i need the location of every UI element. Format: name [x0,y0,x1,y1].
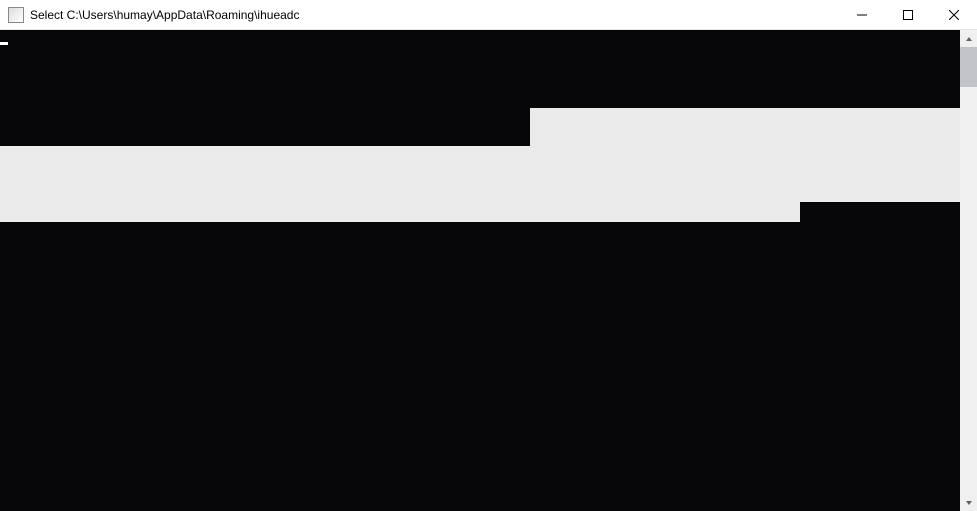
chevron-up-icon [965,35,973,43]
app-icon [8,7,24,23]
maximize-icon [903,10,913,20]
scroll-thumb[interactable] [960,47,977,87]
minimize-button[interactable] [839,0,885,29]
scroll-track[interactable] [960,47,977,494]
window-controls [839,0,977,29]
scroll-up-button[interactable] [960,30,977,47]
vertical-scrollbar[interactable] [960,30,977,511]
client-area [0,30,977,511]
close-button[interactable] [931,0,977,29]
minimize-icon [857,10,867,20]
console-output[interactable] [0,30,960,511]
text-selection [530,108,960,150]
close-icon [949,10,959,20]
text-selection [0,146,960,202]
window-titlebar: Select C:\Users\humay\AppData\Roaming\ih… [0,0,977,30]
maximize-button[interactable] [885,0,931,29]
chevron-down-icon [965,499,973,507]
text-cursor [0,42,8,45]
window-title: Select C:\Users\humay\AppData\Roaming\ih… [30,8,839,22]
scroll-down-button[interactable] [960,494,977,511]
text-selection [0,202,800,222]
